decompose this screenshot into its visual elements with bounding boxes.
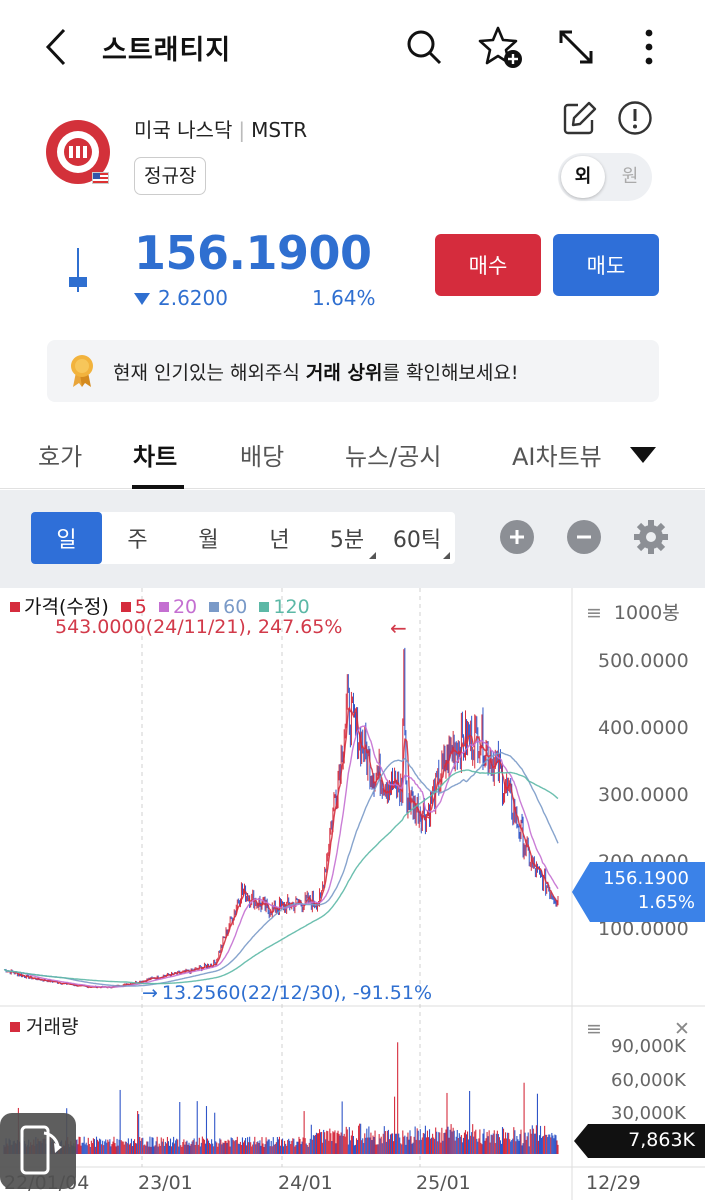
banner-text: 현재 인기있는 해외주식 거래 상위를 확인해보세요! [113,362,519,384]
period-month[interactable]: 월 [173,512,244,564]
legend-ma120: 120 [273,596,310,618]
more-icon[interactable] [626,24,672,70]
period-tick[interactable]: 60틱 [381,512,453,564]
ma120-line [3,769,559,985]
period-minute[interactable]: 5분 [315,512,379,564]
currency-won[interactable]: 원 [608,156,652,198]
us-flag-icon [92,172,109,184]
zoom-out-icon[interactable] [567,520,601,554]
current-price-tag: 156.1900 1.65% [572,862,705,922]
currency-foreign[interactable]: 외 [561,156,605,198]
rotate-screen-button[interactable] [0,1113,76,1189]
legend-price: 가격(수정) [24,596,109,618]
back-icon[interactable] [38,26,74,68]
candle-icon [66,248,90,292]
tab-ai-chart[interactable]: AI차트뷰 [512,437,602,472]
currency-toggle[interactable]: 외 원 [558,153,652,201]
current-price: 156.1900 [134,226,372,280]
x-tick-label: 12/29 [586,1172,641,1194]
buy-button[interactable]: 매수 [435,234,541,296]
candle-count[interactable]: ≡ 1000봉 [586,598,680,625]
market-name: 미국 나스닥 [134,118,233,142]
y-tick-label: 500.0000 [598,650,689,672]
volume-tick-label: 30,000K [611,1103,686,1124]
edit-icon[interactable] [562,100,598,136]
period-day[interactable]: 일 [31,512,102,564]
high-arrow-icon: ← [390,616,407,640]
period-week[interactable]: 주 [102,512,173,564]
price-change-value: 2.6200 [158,286,228,310]
tab-dividend[interactable]: 배당 [240,437,284,472]
volume-menu-icon[interactable]: ≡ [586,1018,602,1040]
sell-button[interactable]: 매도 [553,234,659,296]
tabs-more-icon[interactable] [628,445,658,467]
period-selector: 일 주 월 년 5분 60틱 [31,512,455,564]
zoom-in-icon[interactable] [500,520,534,554]
legend-ma5: 5 [134,596,147,618]
top-traded-banner[interactable]: 현재 인기있는 해외주식 거래 상위를 확인해보세요! [47,340,659,402]
active-tab-indicator [132,485,184,489]
current-price-tag-percent: 1.65% [637,892,695,913]
market-ticker: 미국 나스닥 | MSTR [134,118,308,142]
legend-ma20: 20 [172,596,198,618]
session-badge: 정규장 [134,157,207,195]
price-chart[interactable]: 가격(수정) 5 20 60 120 543.0000(24/11/21), 2… [0,588,705,1200]
period-year[interactable]: 년 [244,512,315,564]
chart-toolbar: 일 주 월 년 5분 60틱 [0,490,705,588]
current-volume-tag: 7,863K [574,1124,705,1158]
favorite-add-icon[interactable] [478,24,524,70]
top-bar: 스트래티지 [0,0,705,95]
page-title: 스트래티지 [102,35,232,66]
low-price-label: → 13.2560(22/12/30), -91.51% [142,982,433,1004]
alert-info-icon[interactable] [617,100,653,136]
y-tick-label: 400.0000 [598,717,689,739]
volume-tick-label: 90,000K [611,1036,686,1057]
chart-settings-gear-icon[interactable] [632,518,670,556]
detail-tabs: 호가 차트 배당 뉴스/공시 AI차트뷰 [0,425,705,489]
ticker-symbol: MSTR [251,118,308,142]
tab-news[interactable]: 뉴스/공시 [345,437,441,472]
chart-legend: 가격(수정) 5 20 60 120 [10,592,316,619]
search-icon[interactable] [401,24,447,70]
tab-orderbook[interactable]: 호가 [38,437,82,472]
volume-legend: 거래량 [10,1012,78,1039]
legend-ma60: 60 [223,596,248,618]
x-tick-label: 23/01 [138,1172,193,1194]
high-price-label: 543.0000(24/11/21), 247.65% [55,616,343,638]
menu-icon: ≡ [586,602,602,624]
current-price-tag-value: 156.1900 [603,868,689,889]
volume-tick-label: 60,000K [611,1070,686,1091]
price-change: 2.6200 [134,286,228,310]
expand-icon[interactable] [553,24,599,70]
ma60-line [3,751,559,987]
price-change-percent: 1.64% [312,286,376,310]
medal-icon [69,354,95,388]
y-tick-label: 300.0000 [598,784,689,806]
tab-chart[interactable]: 차트 [133,437,177,472]
x-tick-label: 25/01 [416,1172,471,1194]
x-tick-label: 24/01 [278,1172,333,1194]
